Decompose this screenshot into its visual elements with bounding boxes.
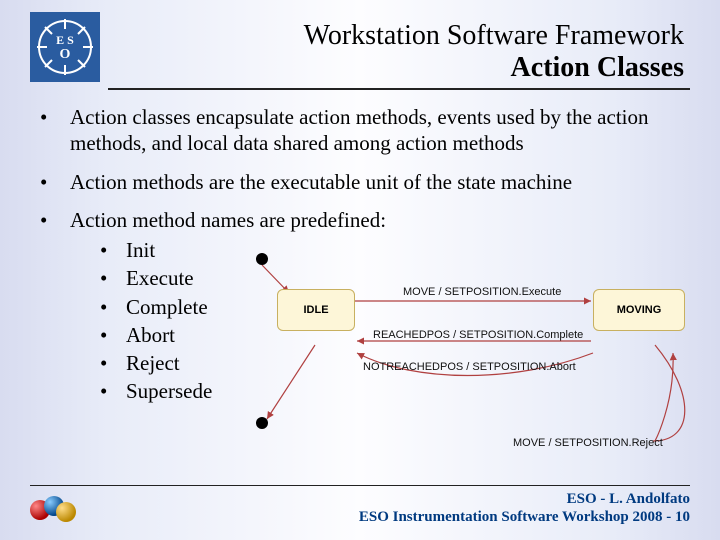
sub-text: Reject (126, 350, 180, 376)
bullet-marker: • (100, 237, 126, 263)
sub-text: Supersede (126, 378, 212, 404)
bullet-marker: • (40, 169, 70, 195)
bullet-text: Action classes encapsulate action method… (70, 104, 690, 157)
svg-text:O: O (60, 47, 71, 62)
svg-text:E S: E S (56, 33, 74, 47)
footer-divider (30, 485, 690, 486)
bullet-marker: • (100, 322, 126, 348)
end-state-icon (256, 417, 268, 429)
state-diagram: IDLE MOVING MOVE / SETPOSITION.Execute R… (255, 253, 695, 463)
bullet-marker: • (100, 378, 126, 404)
start-state-icon (256, 253, 268, 265)
bullet-item: • Action methods are the executable unit… (40, 169, 690, 195)
bullet-item: • Action method names are predefined: (40, 207, 690, 233)
header: E S O Workstation Software Framework Act… (0, 0, 720, 84)
sub-text: Abort (126, 322, 175, 348)
bullet-marker: • (100, 265, 126, 291)
footer-author: ESO - L. Andolfato (359, 490, 690, 508)
bullet-text: Action methods are the executable unit o… (70, 169, 572, 195)
transition-label: MOVE / SETPOSITION.Execute (403, 286, 561, 298)
sub-text: Execute (126, 265, 194, 291)
sub-text: Complete (126, 294, 208, 320)
bullet-text: Action method names are predefined: (70, 207, 386, 233)
footer-event: ESO Instrumentation Software Workshop 20… (359, 508, 690, 526)
bullet-marker: • (100, 294, 126, 320)
transition-label: MOVE / SETPOSITION.Reject (513, 437, 663, 449)
bullet-marker: • (100, 350, 126, 376)
slide-title: Workstation Software Framework (100, 20, 684, 52)
footer-text: ESO - L. Andolfato ESO Instrumentation S… (359, 490, 690, 526)
bullet-marker: • (40, 104, 70, 157)
eso-logo: E S O (30, 12, 100, 82)
diagram-arrows (255, 253, 695, 463)
bullet-item: • Action classes encapsulate action meth… (40, 104, 690, 157)
slide-subtitle: Action Classes (100, 52, 684, 84)
title-block: Workstation Software Framework Action Cl… (100, 12, 690, 84)
sub-text: Init (126, 237, 155, 263)
transition-label: REACHEDPOS / SETPOSITION.Complete (373, 329, 583, 341)
state-idle: IDLE (277, 289, 355, 331)
sdd-logo (30, 496, 82, 526)
footer: ESO - L. Andolfato ESO Instrumentation S… (30, 485, 690, 526)
transition-label: NOTREACHEDPOS / SETPOSITION.Abort (363, 361, 576, 373)
bullet-marker: • (40, 207, 70, 233)
state-moving: MOVING (593, 289, 685, 331)
